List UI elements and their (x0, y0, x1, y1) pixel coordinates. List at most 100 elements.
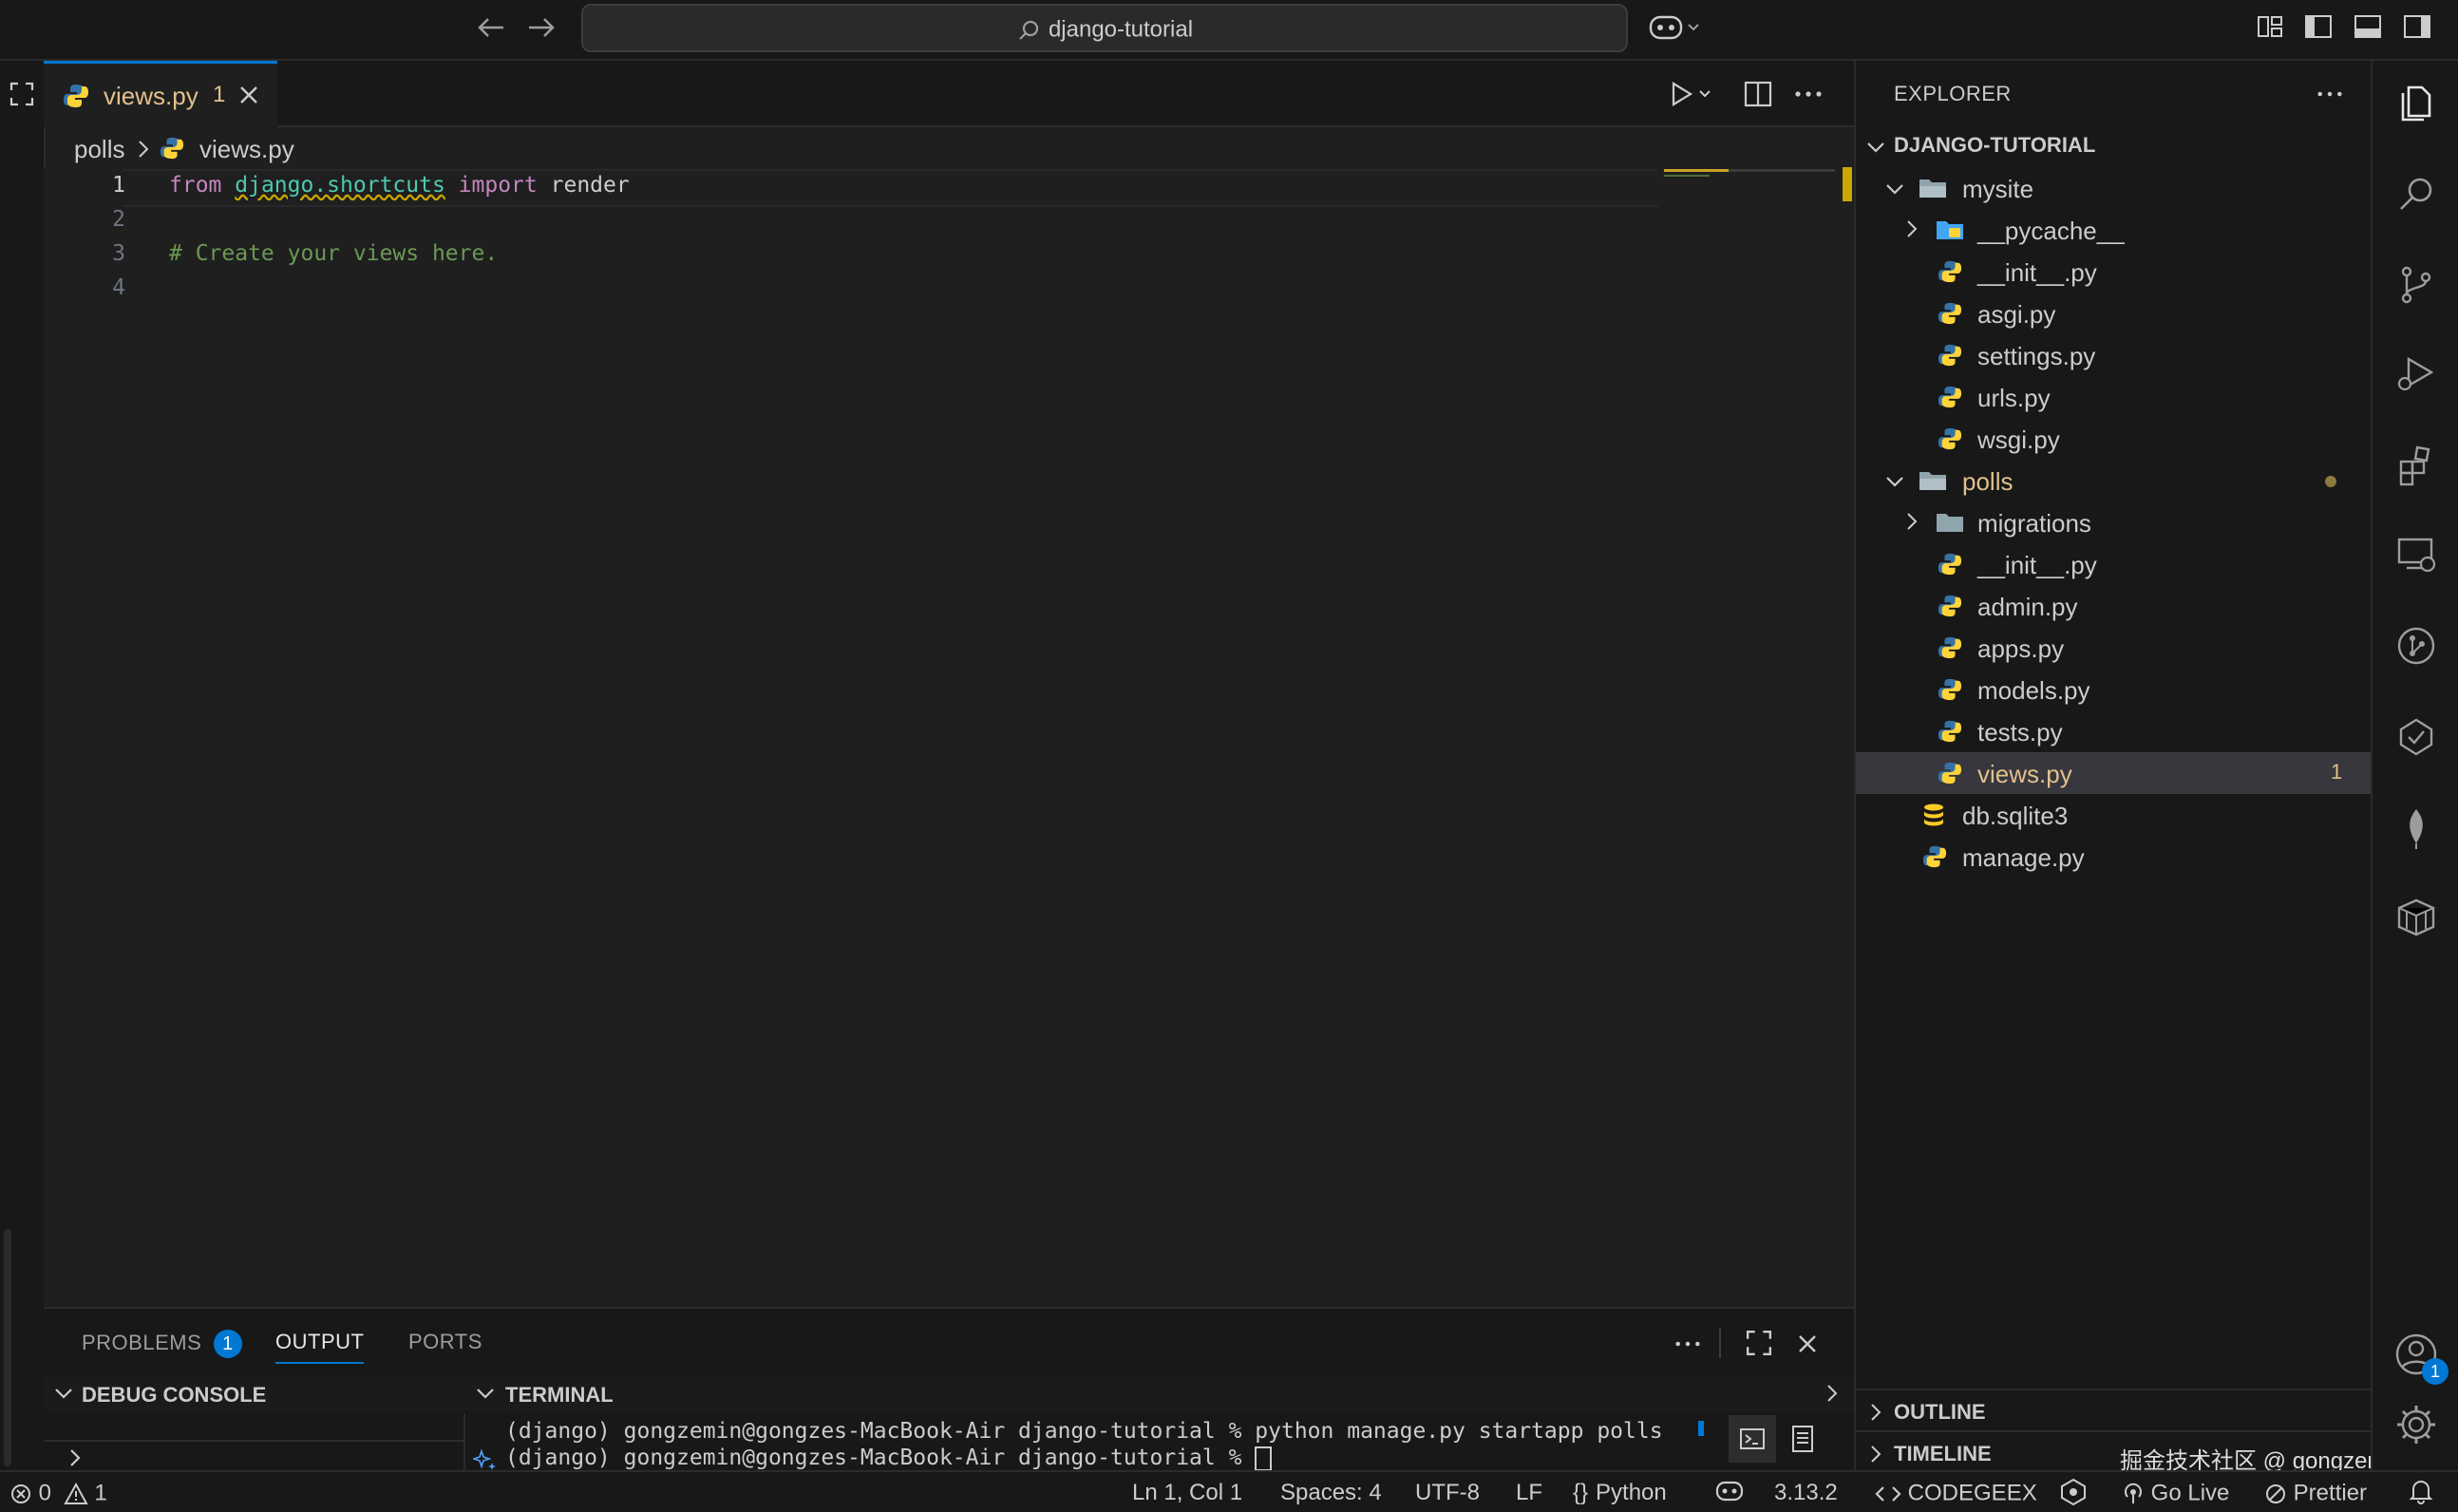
tree-label: tests.py (1977, 718, 2063, 747)
tree-folder-polls[interactable]: polls (1856, 460, 2373, 501)
tree-label: urls.py (1977, 384, 2051, 412)
tab-problems[interactable]: PROBLEMS 1 (82, 1330, 242, 1358)
breadcrumb-file[interactable]: views.py (199, 135, 294, 164)
chevron-down-icon[interactable] (475, 1383, 496, 1404)
outline-section-header[interactable]: OUTLINE (1856, 1392, 2373, 1434)
search-icon[interactable] (2393, 171, 2439, 217)
explorer-title: EXPLORER (1894, 82, 2012, 105)
remote-explorer-icon[interactable] (2393, 532, 2439, 577)
database-client-icon[interactable] (2393, 895, 2439, 940)
close-panel-icon[interactable] (1797, 1333, 1818, 1354)
tab-label: views.py (104, 82, 199, 110)
terminal-header[interactable]: TERMINAL (505, 1383, 614, 1408)
prettier-status[interactable]: Prettier (2264, 1480, 2367, 1507)
maximize-panel-icon[interactable] (1746, 1330, 1772, 1356)
chevron-right-icon (1869, 1402, 1882, 1423)
tree-root-label: DJANGO-TUTORIAL (1894, 133, 2096, 157)
tab-ports[interactable]: PORTS (408, 1330, 482, 1354)
panel-more-actions-icon[interactable] (1673, 1330, 1702, 1358)
tree-file[interactable]: db.sqlite3 (1856, 794, 2373, 836)
tree-file[interactable]: urls.py (1856, 376, 2373, 418)
split-editor-icon[interactable] (1744, 80, 1772, 108)
python-file-icon (1922, 844, 1947, 869)
python-file-icon (1938, 552, 1962, 576)
toggle-panel-icon[interactable] (2354, 13, 2382, 40)
tree-file[interactable]: __init__.py (1856, 543, 2373, 585)
language-mode[interactable]: {} Python (1573, 1480, 1667, 1506)
folder-icon (1936, 511, 1964, 534)
run-and-debug-icon[interactable] (2393, 351, 2439, 397)
notifications-bell-icon[interactable] (2409, 1478, 2433, 1504)
toggle-secondary-sidebar-icon[interactable] (2403, 13, 2431, 40)
mongodb-leaf-icon[interactable] (2393, 805, 2439, 851)
source-control-icon[interactable] (2393, 262, 2439, 308)
command-center-search[interactable]: django-tutorial (581, 4, 1628, 52)
chevron-right-icon[interactable] (1825, 1383, 1839, 1404)
debug-input-prompt-icon[interactable] (66, 1447, 84, 1468)
close-tab-icon[interactable] (238, 85, 259, 105)
go-live-button[interactable]: Go Live (2122, 1480, 2229, 1507)
terminal-instance-button[interactable] (1729, 1415, 1776, 1463)
tree-file[interactable]: settings.py (1856, 334, 2373, 376)
run-python-file-icon[interactable] (1670, 80, 1715, 108)
code-line-3: # Create your views here. (169, 241, 499, 266)
customize-layout-icon[interactable] (2257, 13, 2283, 40)
scrollbar[interactable] (4, 1229, 11, 1466)
output-log-icon[interactable] (1791, 1425, 1814, 1453)
extensions-icon[interactable] (2393, 443, 2439, 488)
git-graph-icon[interactable] (2393, 623, 2439, 669)
forward-arrow-icon[interactable] (525, 13, 558, 42)
divider (1719, 1328, 1721, 1358)
settings-gear-icon[interactable] (2393, 1402, 2439, 1447)
back-arrow-icon[interactable] (475, 13, 507, 42)
python-file-icon (63, 83, 89, 109)
problems-status[interactable]: 0 1 (9, 1480, 107, 1507)
testing-icon[interactable] (2393, 714, 2439, 760)
minimap[interactable] (1620, 167, 1854, 1307)
braces-icon: {} (1573, 1480, 1589, 1505)
tree-file[interactable]: manage.py (1856, 836, 2373, 878)
tree-file[interactable]: asgi.py (1856, 293, 2373, 334)
tree-file[interactable]: tests.py (1856, 710, 2373, 752)
explorer-more-icon[interactable] (2316, 80, 2344, 108)
tree-folder-pycache[interactable]: __pycache__ (1856, 209, 2373, 251)
terminal-cursor (1255, 1446, 1273, 1471)
more-actions-icon[interactable] (1793, 80, 1824, 108)
tree-folder-mysite[interactable]: mysite (1856, 167, 2373, 209)
end-of-line[interactable]: LF (1516, 1480, 1542, 1506)
chevron-down-icon[interactable] (53, 1383, 74, 1404)
tree-label: views.py (1977, 760, 2072, 788)
codegeex-status[interactable]: CODEGEEX (1875, 1480, 2037, 1507)
tree-file[interactable]: admin.py (1856, 585, 2373, 627)
folder-open-icon (1919, 177, 1947, 199)
codegeex-logo-icon[interactable] (2059, 1478, 2088, 1506)
tree-file-selected[interactable]: views.py 1 (1856, 752, 2373, 794)
tree-label: models.py (1977, 676, 2090, 705)
cursor-position[interactable]: Ln 1, Col 1 (1132, 1480, 1242, 1506)
tab-output[interactable]: OUTPUT (275, 1330, 365, 1364)
tree-label: asgi.py (1977, 300, 2056, 329)
encoding[interactable]: UTF-8 (1415, 1480, 1480, 1506)
tree-root[interactable]: DJANGO-TUTORIAL (1856, 125, 2373, 167)
breadcrumb-folder[interactable]: polls (74, 135, 124, 164)
tree-file[interactable]: __init__.py (1856, 251, 2373, 293)
tree-file[interactable]: wsgi.py (1856, 418, 2373, 460)
debug-console-header[interactable]: DEBUG CONSOLE (82, 1383, 266, 1408)
tree-file[interactable]: apps.py (1856, 627, 2373, 669)
code-editor[interactable]: 1 2 3 4 from django.shortcuts import ren… (44, 167, 1854, 1307)
tree-file[interactable]: models.py (1856, 669, 2373, 710)
copilot-icon[interactable] (1649, 11, 1704, 44)
tab-views-py[interactable]: views.py 1 (44, 61, 277, 127)
accounts-icon[interactable]: 1 (2393, 1332, 2449, 1385)
tree-folder-migrations[interactable]: migrations (1856, 501, 2373, 543)
copilot-status-icon[interactable] (1715, 1478, 1744, 1504)
folder-open-icon (1919, 469, 1947, 492)
maximize-editor-icon[interactable] (9, 82, 34, 106)
indentation[interactable]: Spaces: 4 (1280, 1480, 1382, 1506)
explorer-files-icon[interactable] (2393, 80, 2439, 125)
title-bar: django-tutorial (0, 0, 2458, 61)
tab-problems-label: PROBLEMS (82, 1331, 202, 1354)
toggle-primary-sidebar-icon[interactable] (2304, 13, 2333, 40)
python-interpreter[interactable]: 3.13.2 (1774, 1480, 1838, 1506)
sparkle-icon[interactable] (473, 1449, 498, 1472)
